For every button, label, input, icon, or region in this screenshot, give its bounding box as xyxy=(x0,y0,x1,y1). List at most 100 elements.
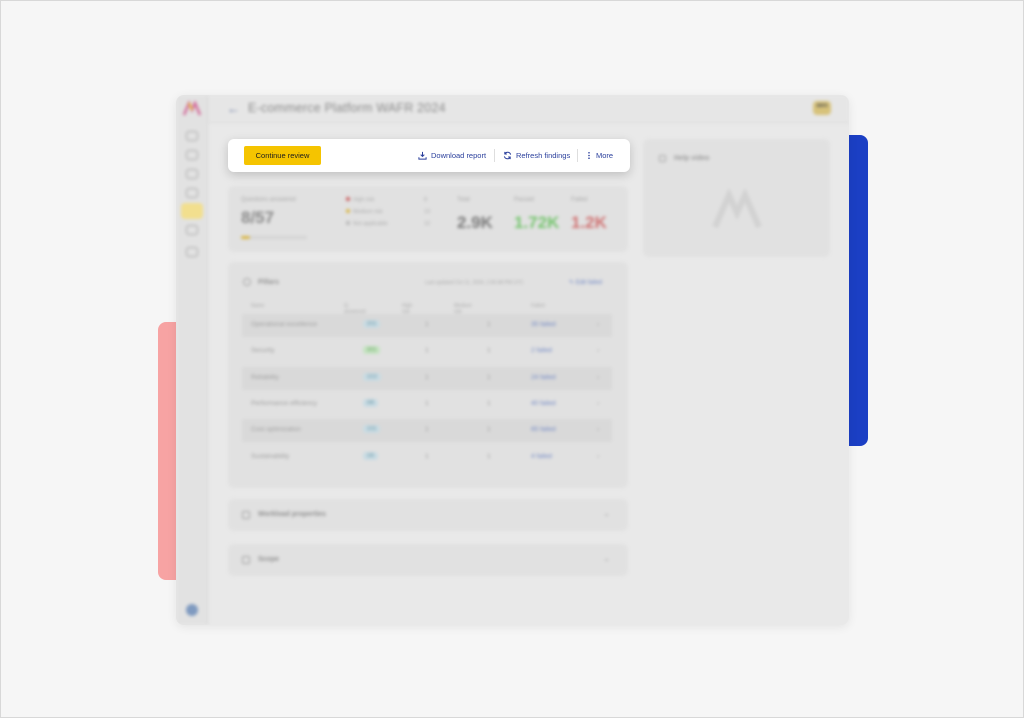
legend-item: High risk 8 xyxy=(346,197,427,203)
table-row[interactable]: Cost optimization 1/11 1 1 65 failed › xyxy=(242,419,612,443)
legend-dot xyxy=(346,221,350,225)
download-report-label: Download report xyxy=(431,151,487,160)
chevron-right-icon: › xyxy=(597,321,600,328)
table-row[interactable]: Sustainability 1/6 1 1 4 failed › xyxy=(242,446,612,469)
page-title: E-commerce Platform WAFR 2024 xyxy=(248,101,446,115)
legend-count: 13 xyxy=(424,209,431,215)
failed-count-link[interactable]: 40 failed xyxy=(531,400,556,407)
header-failed: Failed xyxy=(531,303,545,309)
stats-card: Questions answered 8/57 High risk 8 Medium… xyxy=(228,186,628,252)
pillar-name: Reliability xyxy=(251,373,279,381)
more-menu-button[interactable]: More xyxy=(586,149,613,162)
blurred-background-ui: ← E-commerce Platform WAFR 2024 aws Ques… xyxy=(176,95,849,625)
questions-answered-badge: 1/13 xyxy=(363,372,381,381)
questions-answered-badge: 1/11 xyxy=(363,425,381,434)
questions-answered-badge: 1/6 xyxy=(363,451,378,460)
help-video-card: Help video xyxy=(643,139,830,257)
pillar-name: Sustainability xyxy=(251,452,290,460)
failed-count-link[interactable]: 24 failed xyxy=(531,374,556,381)
table-row[interactable]: Reliability 1/13 1 1 24 failed › xyxy=(242,366,612,390)
passed-label: Passed xyxy=(514,197,535,203)
back-arrow-icon[interactable]: ← xyxy=(227,101,240,116)
table-row[interactable]: Security 3/11 1 1 2 failed › xyxy=(242,340,612,363)
questions-answered-badge: 2/11 xyxy=(363,320,381,328)
chevron-right-icon: › xyxy=(597,426,600,434)
failed-count-link[interactable]: 35 failed xyxy=(531,321,556,328)
scope-section[interactable]: Scope ⌄ xyxy=(228,544,628,576)
divider xyxy=(494,149,495,162)
aws-badge: aws xyxy=(813,101,831,115)
medium-risk-count: 1 xyxy=(487,321,491,328)
chevron-right-icon: › xyxy=(597,452,600,460)
download-report-button[interactable]: Download report xyxy=(418,149,486,162)
continue-review-button[interactable]: Continue review xyxy=(244,146,321,165)
table-row[interactable]: Performance efficiency 0/8 1 1 40 failed › xyxy=(242,393,612,416)
high-risk-count: 1 xyxy=(425,399,429,407)
high-risk-count: 1 xyxy=(425,347,429,355)
questions-answered-label: Questions answered xyxy=(241,197,296,203)
total-label: Total xyxy=(457,197,470,203)
legend-dot xyxy=(346,197,350,201)
workload-properties-section[interactable]: Workload properties ⌄ xyxy=(228,499,628,531)
legend-count: 12 xyxy=(424,221,431,227)
edit-failed-link[interactable]: ✎ Edit failed xyxy=(569,279,602,286)
risk-legend: High risk 8 Medium risk 13 Not applicable 12 xyxy=(346,197,446,237)
sidebar-dashboard-icon[interactable] xyxy=(186,131,198,141)
sidebar-settings-icon[interactable] xyxy=(186,247,198,257)
scope-icon xyxy=(242,556,250,564)
pillars-icon xyxy=(243,278,251,286)
medium-risk-count: 1 xyxy=(487,426,491,434)
questions-answered-badge: 0/8 xyxy=(363,398,378,407)
chevron-down-icon: ⌄ xyxy=(603,554,610,563)
divider xyxy=(577,149,578,162)
chevron-right-icon: › xyxy=(597,373,600,381)
questions-answered-badge: 3/11 xyxy=(363,346,381,355)
total-value: 2.9K xyxy=(457,213,493,232)
pillar-name: Cost optimization xyxy=(251,426,301,434)
table-row[interactable]: Operational excellence 2/11 1 1 35 failed › xyxy=(242,314,612,337)
failed-count-link[interactable]: 65 failed xyxy=(531,426,556,433)
high-risk-count: 1 xyxy=(425,373,429,381)
more-label: More xyxy=(596,151,614,160)
sidebar-workloads-icon[interactable] xyxy=(186,150,198,160)
sidebar-reports-icon[interactable] xyxy=(186,188,198,198)
medium-risk-count: 1 xyxy=(487,452,491,460)
refresh-findings-label: Refresh findings xyxy=(516,151,571,160)
legend-item: Not applicable 12 xyxy=(346,221,430,227)
medium-risk-count: 1 xyxy=(487,347,491,355)
pillar-name: Performance efficiency xyxy=(251,399,317,407)
sidebar xyxy=(176,95,208,625)
failed-count-link[interactable]: 4 failed xyxy=(531,453,552,460)
failed-value: 1.2K xyxy=(571,213,607,232)
app-logo-icon xyxy=(182,101,202,116)
legend-label: Not applicable xyxy=(353,221,388,227)
pillars-title: Pillars xyxy=(258,279,280,286)
medium-risk-count: 1 xyxy=(487,399,491,407)
high-risk-count: 1 xyxy=(425,321,429,328)
top-bar: ← E-commerce Platform WAFR 2024 aws xyxy=(208,95,849,123)
chevron-right-icon: › xyxy=(597,399,600,407)
questions-answered-value: 8/57 xyxy=(241,208,275,227)
sidebar-integrations-icon[interactable] xyxy=(186,225,198,235)
pillar-name: Security xyxy=(251,347,275,355)
video-play-icon[interactable] xyxy=(711,189,763,231)
sidebar-reviews-icon[interactable] xyxy=(186,169,198,179)
sidebar-user-avatar[interactable] xyxy=(186,604,198,616)
failed-label: Failed xyxy=(571,197,588,203)
legend-dot xyxy=(346,209,350,213)
questions-progress-bar xyxy=(241,236,307,239)
legend-count: 8 xyxy=(424,197,428,203)
failed-count-link[interactable]: 2 failed xyxy=(531,347,552,354)
header-name: Name xyxy=(251,303,265,309)
more-vertical-icon xyxy=(588,151,590,160)
legend-label: High risk xyxy=(353,197,375,203)
action-bar: Continue review Download report Refresh … xyxy=(228,139,630,172)
chevron-right-icon: › xyxy=(597,347,600,355)
questions-progress-fill xyxy=(241,236,251,239)
sidebar-active-item[interactable] xyxy=(181,203,203,219)
workload-properties-title: Workload properties xyxy=(258,511,326,518)
pillar-name: Operational excellence xyxy=(251,321,318,328)
refresh-findings-button[interactable]: Refresh findings xyxy=(503,149,570,162)
last-updated-text: Last updated Oct 11, 2024, 1:56:48 PM UT… xyxy=(425,280,524,286)
help-video-title: Help video xyxy=(674,155,710,162)
